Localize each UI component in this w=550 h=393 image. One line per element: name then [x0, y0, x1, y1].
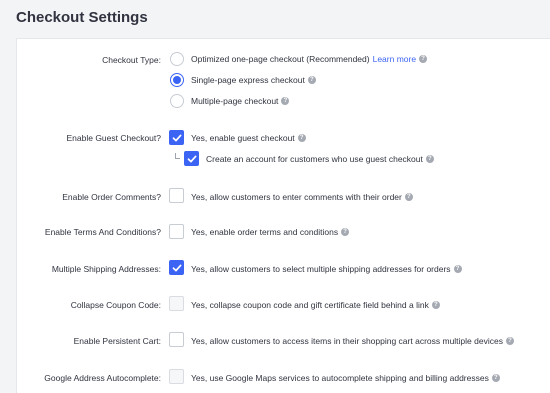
- nested-connector: [175, 153, 180, 159]
- option-multiple-page-text: Multiple-page checkout: [191, 96, 279, 106]
- page-title: Checkout Settings: [16, 9, 148, 26]
- persistent-cart-option: Yes, allow customers to access items in …: [191, 336, 514, 346]
- guest-checkout-option: Yes, enable guest checkout ?: [191, 133, 306, 143]
- checkout-type-label: Checkout Type:: [102, 55, 161, 65]
- guest-checkout-text: Yes, enable guest checkout: [191, 133, 295, 143]
- terms-label: Enable Terms And Conditions?: [44, 227, 161, 237]
- coupon-text: Yes, collapse coupon code and gift certi…: [191, 300, 429, 310]
- check-icon: [172, 264, 182, 272]
- help-icon[interactable]: ?: [431, 301, 440, 309]
- multi-shipping-label: Multiple Shipping Addresses:: [51, 264, 161, 274]
- option-optimized-one-page: Optimized one-page checkout (Recommended…: [191, 54, 428, 64]
- help-icon[interactable]: ?: [425, 155, 434, 163]
- check-icon: [172, 134, 182, 142]
- option-multiple-page: Multiple-page checkout ?: [191, 96, 290, 106]
- help-icon[interactable]: ?: [505, 337, 514, 345]
- multi-shipping-option: Yes, allow customers to select multiple …: [191, 264, 462, 274]
- radio-multiple-page[interactable]: [170, 94, 184, 108]
- google-autocomplete-checkbox[interactable]: [169, 369, 184, 384]
- learn-more-link[interactable]: Learn more: [373, 54, 416, 64]
- terms-option: Yes, enable order terms and conditions ?: [191, 227, 350, 237]
- help-icon[interactable]: ?: [419, 55, 428, 63]
- option-single-page-express: Single-page express checkout ?: [191, 75, 316, 85]
- create-account-option: Create an account for customers who use …: [206, 154, 434, 164]
- radio-single-page-express[interactable]: [170, 73, 184, 87]
- help-icon[interactable]: ?: [341, 228, 350, 236]
- multi-shipping-checkbox[interactable]: [169, 260, 184, 275]
- order-comments-option: Yes, allow customers to enter comments w…: [191, 192, 413, 202]
- help-icon[interactable]: ?: [297, 134, 306, 142]
- terms-checkbox[interactable]: [169, 224, 184, 239]
- help-icon[interactable]: ?: [281, 97, 290, 105]
- check-icon: [187, 155, 197, 163]
- google-autocomplete-option: Yes, use Google Maps services to autocom…: [191, 373, 500, 383]
- multi-shipping-text: Yes, allow customers to select multiple …: [191, 264, 451, 274]
- option-single-page-text: Single-page express checkout: [191, 75, 305, 85]
- order-comments-checkbox[interactable]: [169, 188, 184, 203]
- terms-text: Yes, enable order terms and conditions: [191, 227, 339, 237]
- order-comments-text: Yes, allow customers to enter comments w…: [191, 192, 402, 202]
- persistent-cart-checkbox[interactable]: [169, 332, 184, 347]
- guest-checkout-label: Enable Guest Checkout?: [66, 133, 161, 143]
- help-icon[interactable]: ?: [307, 76, 316, 84]
- google-autocomplete-label: Google Address Autocomplete:: [44, 373, 161, 383]
- coupon-checkbox[interactable]: [169, 296, 184, 311]
- order-comments-label: Enable Order Comments?: [62, 192, 161, 202]
- coupon-option: Yes, collapse coupon code and gift certi…: [191, 300, 440, 310]
- help-icon[interactable]: ?: [491, 374, 500, 382]
- option-optimized-text: Optimized one-page checkout (Recommended…: [191, 54, 370, 64]
- create-account-checkbox[interactable]: [184, 151, 199, 166]
- help-icon[interactable]: ?: [453, 265, 462, 273]
- persistent-cart-label: Enable Persistent Cart:: [73, 336, 161, 346]
- coupon-label: Collapse Coupon Code:: [70, 300, 161, 310]
- radio-optimized-one-page[interactable]: [170, 52, 184, 66]
- google-autocomplete-text: Yes, use Google Maps services to autocom…: [191, 373, 489, 383]
- guest-checkout-checkbox[interactable]: [169, 130, 184, 145]
- persistent-cart-text: Yes, allow customers to access items in …: [191, 336, 503, 346]
- help-icon[interactable]: ?: [404, 193, 413, 201]
- create-account-text: Create an account for customers who use …: [206, 154, 423, 164]
